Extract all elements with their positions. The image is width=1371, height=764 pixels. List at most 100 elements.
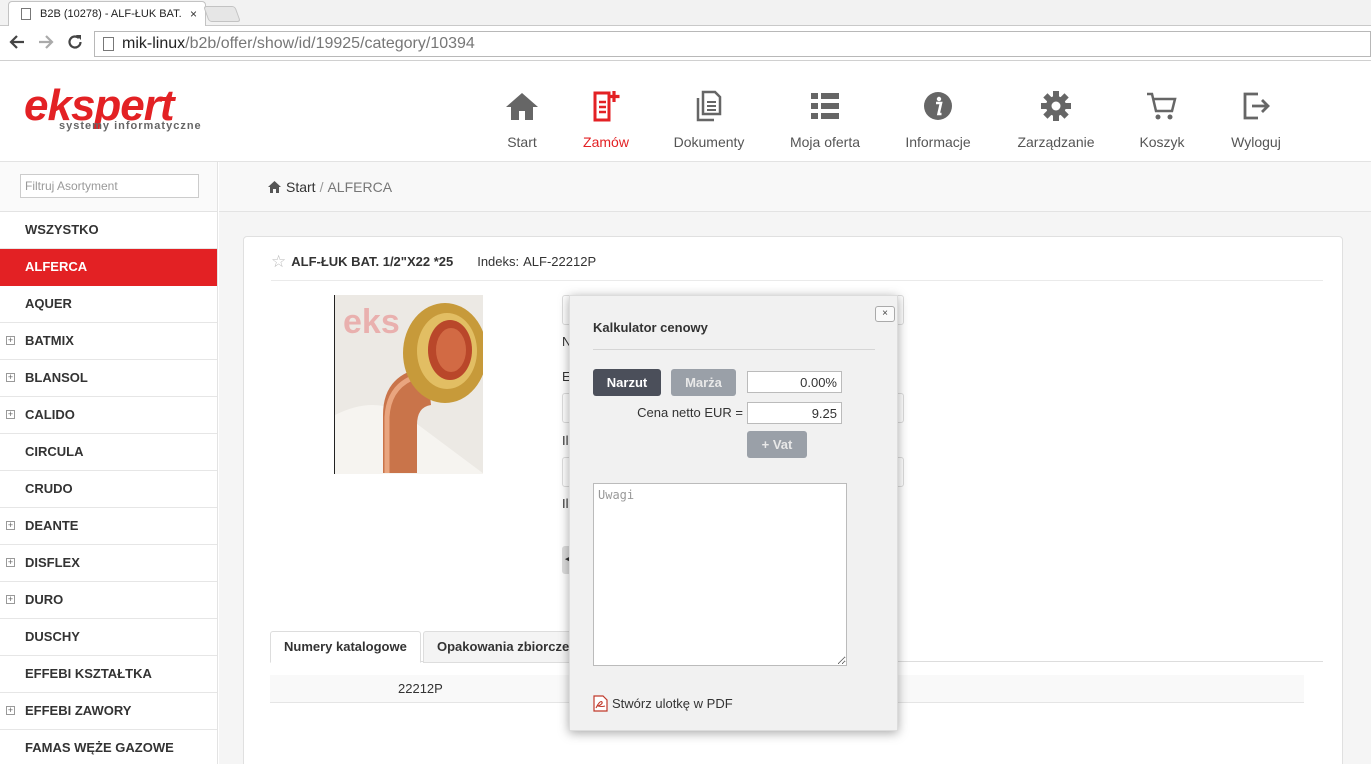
order-icon: [593, 91, 620, 122]
nav-koszyk[interactable]: Koszyk: [1134, 62, 1190, 162]
expand-icon[interactable]: +: [6, 336, 15, 345]
category-item[interactable]: + CALIDO: [0, 397, 217, 434]
favorite-star-icon[interactable]: ☆: [271, 253, 286, 270]
list-icon: [811, 93, 839, 119]
page-icon: [103, 37, 114, 51]
nav-start[interactable]: Start: [492, 62, 552, 162]
home-icon: [268, 180, 281, 193]
category-label: CIRCULA: [25, 444, 84, 459]
browser-tab-title: B2B (10278) - ALF-ŁUK BAT.: [40, 8, 182, 20]
page-icon: [21, 8, 31, 20]
category-item[interactable]: DUSCHY: [0, 619, 217, 656]
partial-label: Il: [562, 496, 569, 511]
back-icon[interactable]: [8, 33, 26, 51]
nav-label: Start: [507, 134, 537, 150]
category-label: FAMAS WĘŻE GAZOWE: [25, 740, 174, 755]
forward-icon[interactable]: [37, 33, 55, 51]
filter-assortment-input[interactable]: [20, 174, 199, 198]
logo-subtitle: systemy informatyczne: [59, 120, 202, 132]
nav-zamow[interactable]: Zamów: [576, 62, 636, 162]
category-item[interactable]: EFFEBI KSZTAŁTKA: [0, 656, 217, 693]
browser-toolbar: mik-linux/b2b/offer/show/id/19925/catego…: [0, 27, 1371, 61]
url-path: /b2b/offer/show/id/19925/category/10394: [185, 35, 475, 52]
category-item[interactable]: CRUDO: [0, 471, 217, 508]
category-item[interactable]: FAMAS WĘŻE GAZOWE: [0, 730, 217, 764]
nav-label: Zamów: [583, 134, 629, 150]
category-item[interactable]: ALFERCA: [0, 249, 217, 286]
category-label: BATMIX: [25, 333, 74, 348]
cart-icon: [1147, 92, 1177, 120]
create-pdf-leaflet-link[interactable]: Stwórz ulotkę w PDF: [593, 695, 733, 712]
expand-icon[interactable]: +: [6, 521, 15, 530]
address-bar[interactable]: mik-linux/b2b/offer/show/id/19925/catego…: [94, 31, 1371, 57]
catalog-number-cell: 22212P: [398, 681, 443, 696]
site-header: ekspert systemy informatyczne Start Zamó…: [0, 62, 1371, 162]
price-calculator-modal: Kalkulator cenowy × Narzut Marża Cena ne…: [569, 295, 898, 731]
expand-icon[interactable]: +: [6, 558, 15, 567]
tab-opakowania-zbiorcze[interactable]: Opakowania zbiorcze: [423, 631, 584, 663]
net-price-input[interactable]: [747, 402, 842, 424]
category-label: DUSCHY: [25, 629, 80, 644]
nav-dokumenty[interactable]: Dokumenty: [669, 62, 749, 162]
category-sidebar: WSZYSTKO ALFERCA AQUER +BATMIX +BLANSOL …: [0, 162, 218, 764]
margin-button[interactable]: Marża: [671, 369, 736, 396]
nav-zarzadzanie[interactable]: Zarządzanie: [1011, 62, 1101, 162]
gear-icon: [1041, 91, 1071, 121]
category-item[interactable]: AQUER: [0, 286, 217, 323]
product-header: ☆ ALF-ŁUK BAT. 1/2"X22 *25 Indeks: ALF-2…: [271, 253, 1323, 281]
nav-label: Koszyk: [1139, 134, 1185, 150]
nav-label: Informacje: [905, 134, 971, 150]
expand-icon[interactable]: +: [6, 373, 15, 382]
tab-numery-katalogowe[interactable]: Numery katalogowe: [270, 631, 421, 663]
category-label: DURO: [25, 592, 64, 607]
category-item[interactable]: + BATMIX: [0, 323, 217, 360]
nav-label: Dokumenty: [673, 134, 745, 150]
category-label: BLANSOL: [25, 370, 88, 385]
category-item[interactable]: + EFFEBI ZAWORY: [0, 693, 217, 730]
category-item[interactable]: CIRCULA: [0, 434, 217, 471]
tab-close-icon[interactable]: ×: [190, 7, 197, 21]
category-label: CRUDO: [25, 481, 73, 496]
category-item[interactable]: + DEANTE: [0, 508, 217, 545]
filter-wrap: [0, 162, 217, 212]
markup-button[interactable]: Narzut: [593, 369, 661, 396]
product-name: ALF-ŁUK BAT. 1/2"X22 *25: [291, 254, 454, 269]
percent-input[interactable]: [747, 371, 842, 393]
modal-title: Kalkulator cenowy: [593, 320, 708, 335]
category-label: DEANTE: [25, 518, 79, 533]
divider: [593, 349, 875, 350]
close-button[interactable]: ×: [875, 306, 895, 322]
category-label: AQUER: [25, 296, 72, 311]
category-label: EFFEBI ZAWORY: [25, 703, 132, 718]
category-label: CALIDO: [25, 407, 75, 422]
product-index-label: Indeks:: [477, 254, 520, 269]
breadcrumb: Start / ALFERCA: [219, 162, 1371, 212]
category-item[interactable]: + DISFLEX: [0, 545, 217, 582]
nav-wyloguj[interactable]: Wyloguj: [1226, 62, 1286, 162]
nav-informacje[interactable]: Informacje: [900, 62, 976, 162]
new-tab-button[interactable]: [203, 6, 241, 22]
browser-tab[interactable]: B2B (10278) - ALF-ŁUK BAT. ×: [8, 1, 206, 26]
reload-icon[interactable]: [66, 33, 84, 51]
pdf-link-label: Stwórz ulotkę w PDF: [612, 696, 733, 711]
documents-icon: [696, 90, 722, 122]
expand-icon[interactable]: +: [6, 595, 15, 604]
category-label: DISFLEX: [25, 555, 80, 570]
category-item[interactable]: WSZYSTKO: [0, 212, 217, 249]
ekspert-logo[interactable]: ekspert systemy informatyczne: [24, 84, 219, 134]
product-image[interactable]: eks: [334, 295, 483, 474]
expand-icon[interactable]: +: [6, 410, 15, 419]
nav-moja-oferta[interactable]: Moja oferta: [785, 62, 865, 162]
add-vat-button[interactable]: + Vat: [747, 431, 807, 458]
nav-label: Zarządzanie: [1017, 134, 1095, 150]
category-label: WSZYSTKO: [25, 222, 99, 237]
notes-textarea[interactable]: [593, 483, 847, 666]
net-price-label: Cena netto EUR =: [637, 405, 743, 420]
nav-label: Wyloguj: [1231, 134, 1281, 150]
home-icon: [506, 93, 538, 120]
category-item[interactable]: + DURO: [0, 582, 217, 619]
category-item[interactable]: + BLANSOL: [0, 360, 217, 397]
breadcrumb-start[interactable]: Start: [286, 179, 316, 195]
expand-icon[interactable]: +: [6, 706, 15, 715]
product-index: ALF-22212P: [523, 254, 597, 269]
